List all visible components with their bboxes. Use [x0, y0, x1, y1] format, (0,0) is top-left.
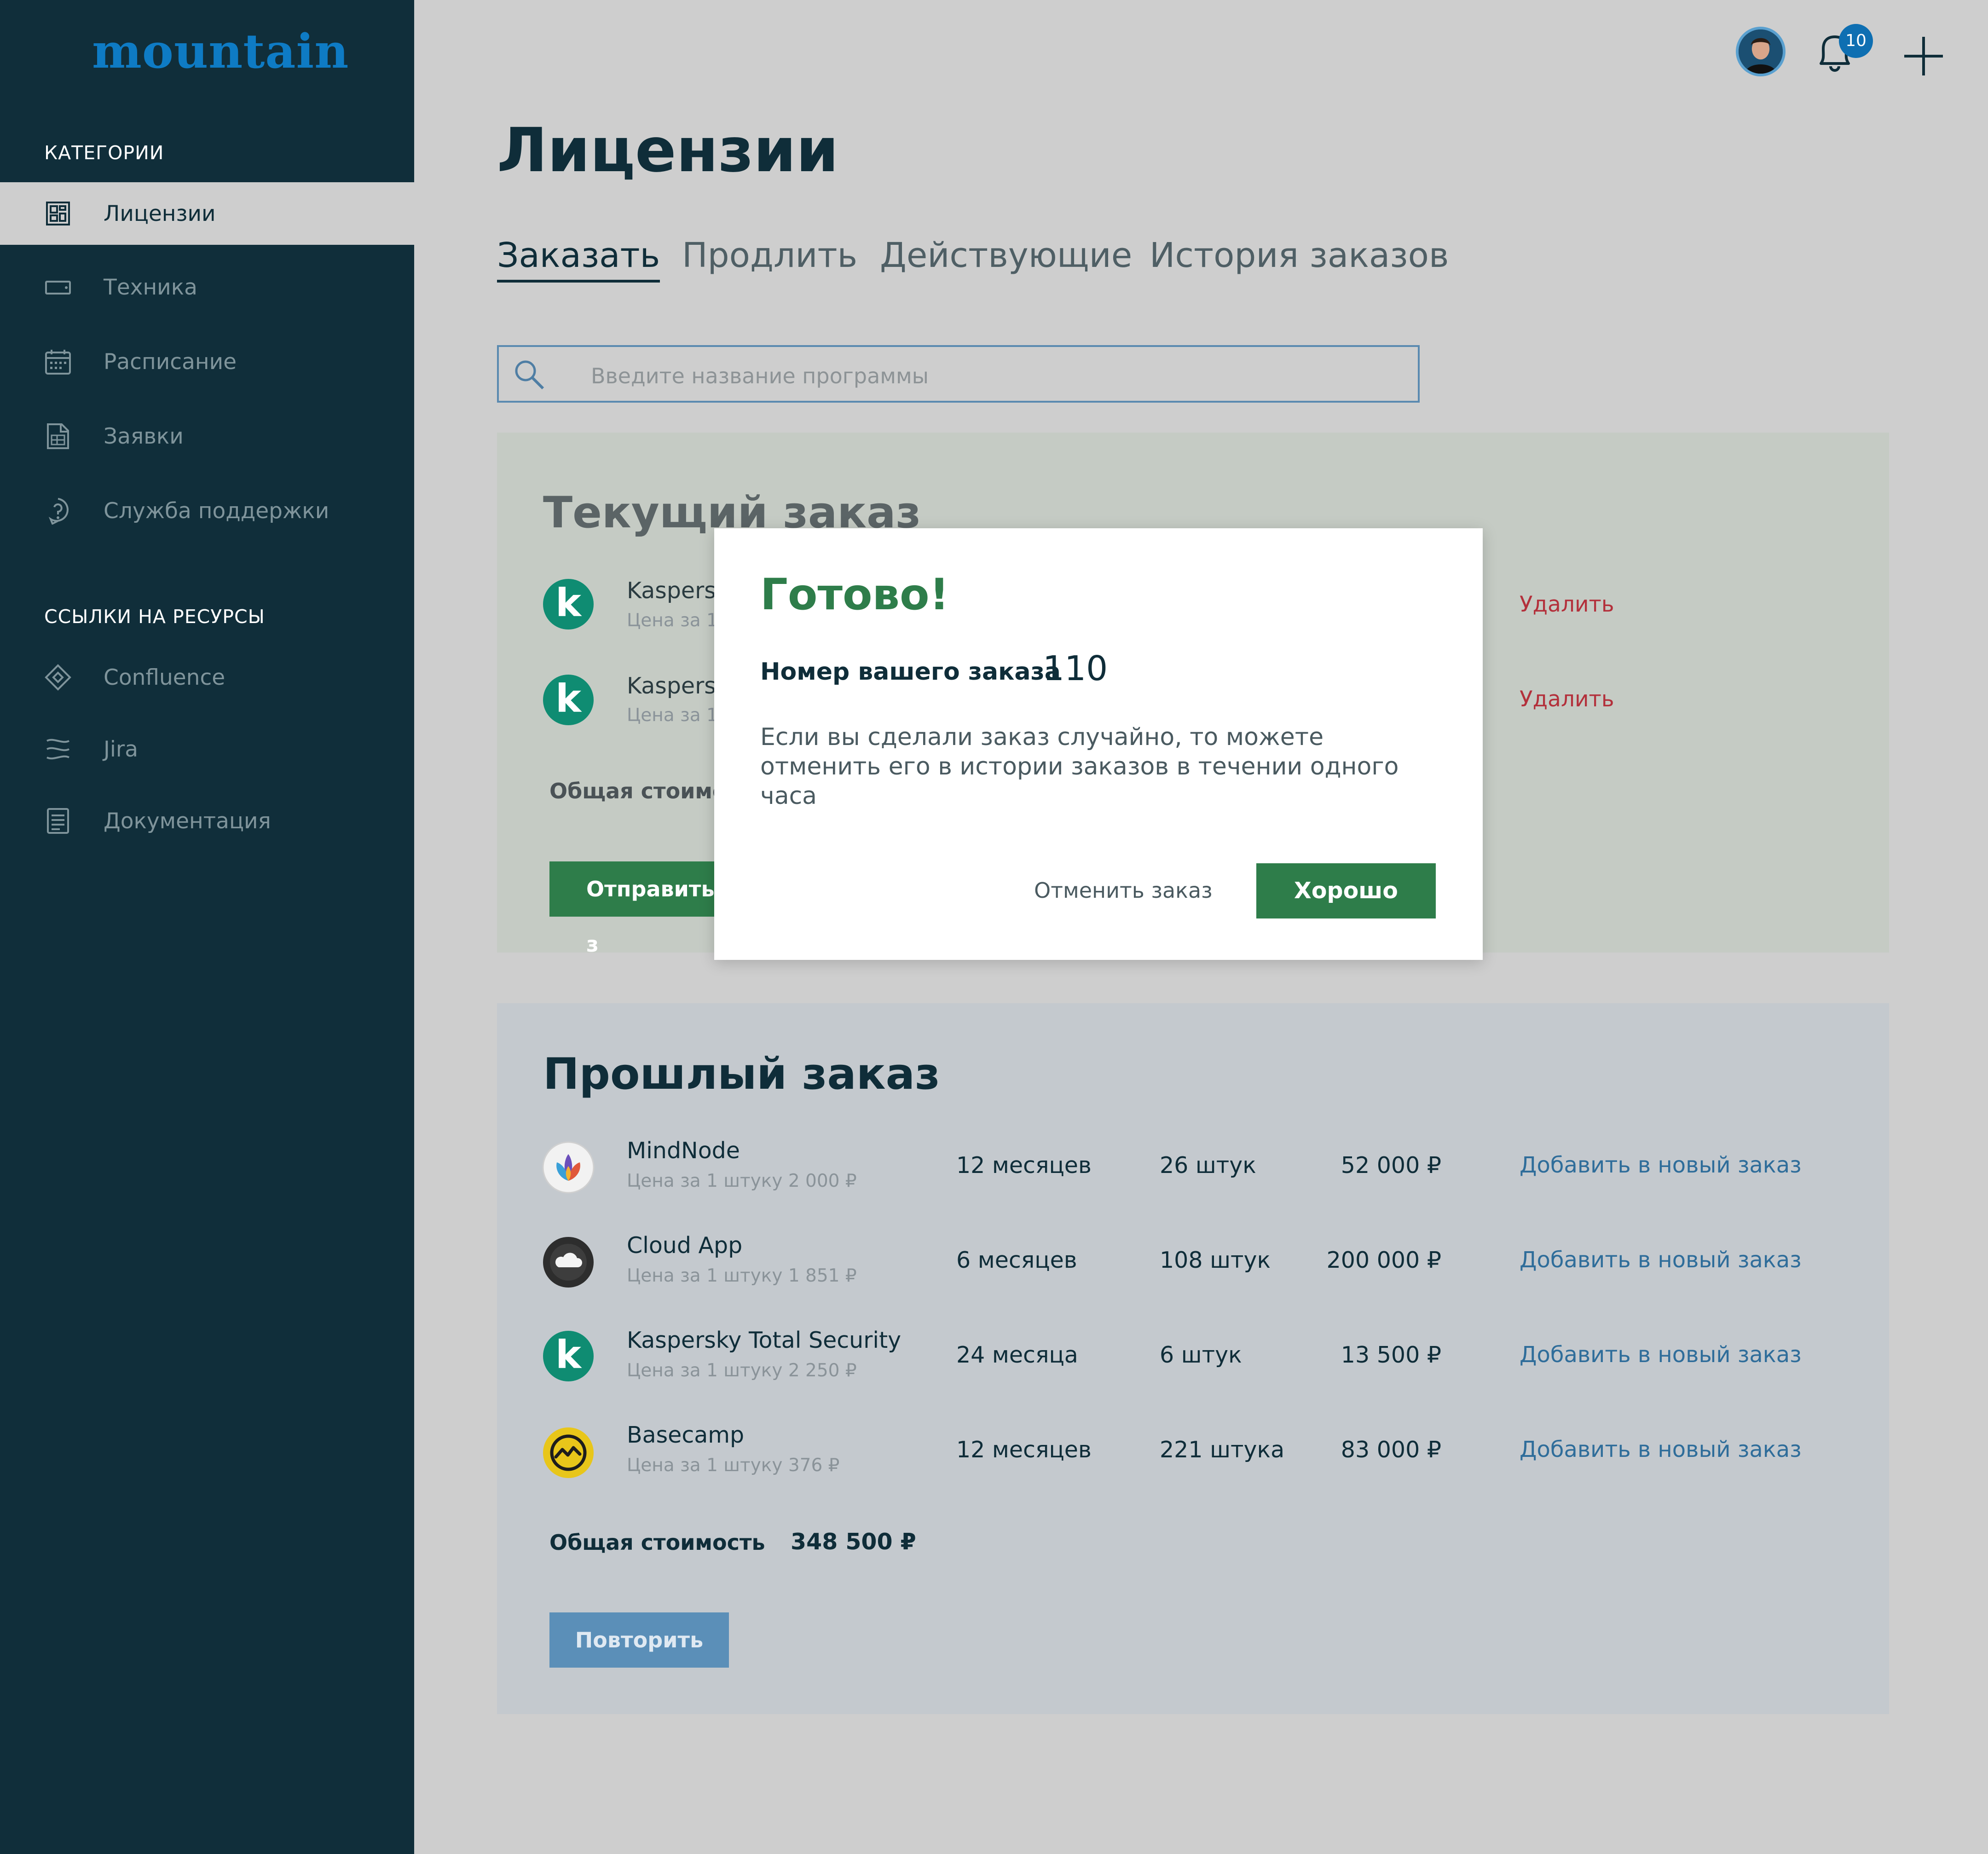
basecamp-logo: [543, 1427, 594, 1478]
sidebar-item-label: Документация: [104, 808, 271, 834]
sidebar-item-label: Расписание: [104, 349, 237, 375]
cancel-order-button[interactable]: Отменить заказ: [1034, 878, 1213, 903]
quantity-cell: 108 штук: [1160, 1247, 1271, 1273]
product-name: Kaspersk: [627, 578, 729, 604]
sidebar-section-resources: ССЫЛКИ НА РЕСУРСЫ: [44, 606, 265, 628]
quantity-cell: 221 штука: [1160, 1437, 1285, 1463]
mindnode-logo: [542, 1141, 595, 1194]
calendar-icon: [45, 350, 71, 375]
quantity-cell: 6 штук: [1160, 1342, 1242, 1368]
product-price: Цена за 1 штуку 376 ₽: [627, 1455, 840, 1476]
tab-active[interactable]: Действующие: [880, 236, 1132, 275]
kaspersky-logo: k: [543, 579, 594, 630]
avatar[interactable]: [1736, 27, 1786, 76]
sidebar-item-hardware[interactable]: Техника: [0, 256, 414, 318]
sum-cell: 13 500 ₽: [1341, 1342, 1441, 1368]
product-price: Цена за 1: [627, 705, 718, 726]
sidebar-item-support[interactable]: Служба поддержки: [0, 479, 414, 542]
tab-order[interactable]: Заказать: [497, 236, 660, 283]
tab-renew[interactable]: Продлить: [682, 236, 857, 275]
product-name: Kaspersky Total Security: [627, 1327, 902, 1353]
kaspersky-logo: k: [543, 675, 594, 725]
add-icon[interactable]: [1901, 33, 1947, 79]
add-to-new-order-link[interactable]: Добавить в новый заказ: [1520, 1437, 1802, 1462]
period-cell: 6 месяцев: [956, 1247, 1077, 1273]
sidebar-item-schedule[interactable]: Расписание: [0, 330, 414, 393]
sidebar-item-label: Служба поддержки: [104, 498, 329, 524]
sidebar-item-docs[interactable]: Документация: [0, 790, 414, 852]
license-icon: [46, 202, 70, 225]
device-icon: [45, 281, 71, 295]
sum-cell: 83 000 ₽: [1341, 1437, 1441, 1463]
total-label: Общая стоимос: [549, 779, 740, 803]
sum-cell: 52 000 ₽: [1341, 1152, 1441, 1178]
period-cell: 12 месяцев: [956, 1152, 1092, 1178]
period-cell: 12 месяцев: [956, 1437, 1092, 1463]
confluence-icon: [45, 664, 71, 691]
period-cell: 24 месяца: [956, 1342, 1078, 1368]
past-order-panel: Прошлый заказ MindNode Цена за 1 штуку 2…: [497, 1003, 1889, 1714]
ok-button[interactable]: Хорошо: [1256, 863, 1436, 918]
user-avatar-image: [1739, 29, 1783, 74]
total-label: Общая стоимость: [549, 1530, 765, 1555]
search-input[interactable]: Введите название программы: [497, 345, 1420, 403]
add-to-new-order-link[interactable]: Добавить в новый заказ: [1520, 1152, 1802, 1178]
product-price: Цена за 1: [627, 610, 718, 631]
product-name: Cloud App: [627, 1232, 743, 1259]
page-title: Лицензии: [497, 115, 839, 186]
product-price: Цена за 1 штуку 1 851 ₽: [627, 1265, 857, 1286]
tab-order-history[interactable]: История заказов: [1150, 236, 1449, 275]
sidebar: mountain КАТЕГОРИИ Лицензии Техника Расп…: [0, 0, 414, 1854]
requests-icon: [47, 423, 69, 449]
sidebar-item-label: Confluence: [104, 664, 225, 690]
sidebar-item-label: Jira: [104, 736, 139, 762]
dialog-title: Готово!: [760, 570, 949, 620]
repeat-order-button[interactable]: Повторить: [549, 1612, 729, 1668]
app-logo[interactable]: mountain: [92, 24, 349, 79]
product-name: Basecamp: [627, 1422, 745, 1448]
product-price: Цена за 1 штуку 2 000 ₽: [627, 1171, 857, 1191]
kaspersky-logo: k: [543, 1331, 594, 1381]
sum-cell: 200 000 ₽: [1326, 1247, 1441, 1273]
order-number: 110: [1043, 649, 1108, 688]
search-icon: [515, 360, 544, 390]
sidebar-item-label: Заявки: [104, 423, 184, 449]
sidebar-item-requests[interactable]: Заявки: [0, 405, 414, 468]
delete-button[interactable]: Удалить: [1520, 592, 1614, 617]
total-value: 348 500 ₽: [791, 1529, 916, 1555]
sidebar-item-confluence[interactable]: Confluence: [0, 646, 414, 709]
product-name: MindNode: [627, 1138, 740, 1164]
product-price: Цена за 1 штуку 2 250 ₽: [627, 1360, 857, 1381]
delete-button[interactable]: Удалить: [1520, 687, 1614, 712]
docs-icon: [47, 808, 69, 834]
cloudapp-logo: [543, 1237, 594, 1288]
product-name: Kaspersk: [627, 673, 729, 699]
past-order-title: Прошлый заказ: [543, 1049, 940, 1099]
sidebar-item-label: Лицензии: [104, 201, 216, 226]
order-success-dialog: Готово! Номер вашего заказа 110 Если вы …: [714, 528, 1483, 960]
quantity-cell: 26 штук: [1160, 1152, 1256, 1178]
dialog-message: Если вы сделали заказ случайно, то может…: [760, 723, 1399, 810]
sidebar-item-licenses[interactable]: Лицензии: [0, 182, 414, 245]
submit-order-button[interactable]: Отправить з: [549, 861, 734, 957]
add-to-new-order-link[interactable]: Добавить в новый заказ: [1520, 1342, 1802, 1368]
sidebar-section-categories: КАТЕГОРИИ: [44, 142, 164, 164]
support-icon: [48, 498, 69, 525]
order-number-label: Номер вашего заказа: [760, 658, 1061, 686]
notification-badge: 10: [1839, 24, 1873, 58]
add-to-new-order-link[interactable]: Добавить в новый заказ: [1520, 1247, 1802, 1273]
search-placeholder: Введите название программы: [591, 364, 929, 388]
sidebar-item-label: Техника: [104, 274, 197, 300]
jira-icon: [46, 739, 69, 760]
sidebar-item-jira[interactable]: Jira: [0, 718, 414, 780]
